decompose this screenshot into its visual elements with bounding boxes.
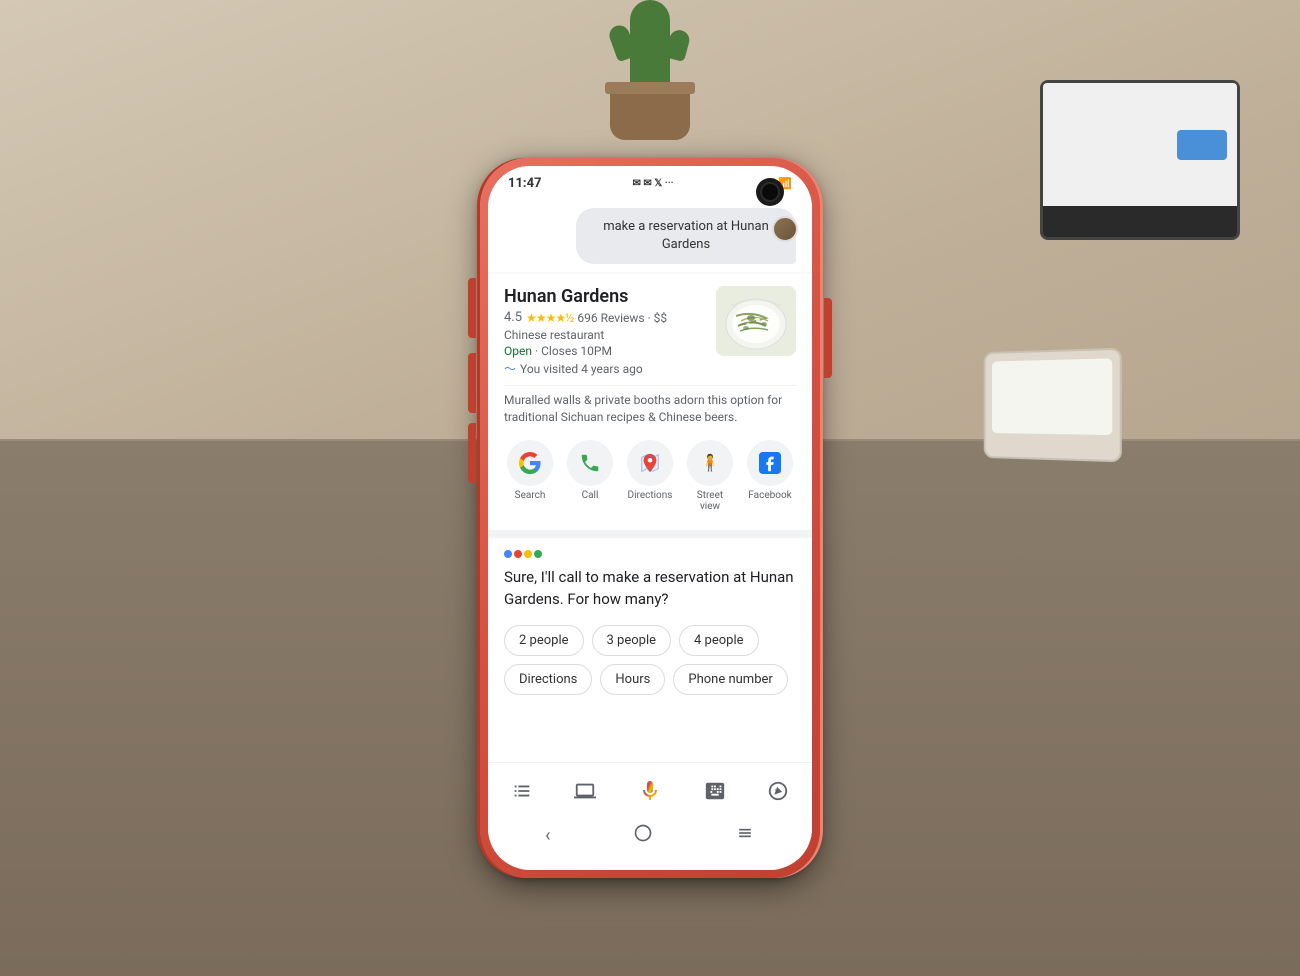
chip-phone-number[interactable]: Phone number [673, 664, 787, 695]
assistant-header [504, 550, 796, 558]
dot-yellow [524, 550, 532, 558]
microphone-button[interactable] [630, 771, 670, 811]
cactus-pot [610, 90, 690, 140]
facebook-action-btn[interactable]: Facebook [744, 440, 796, 512]
cactus-arm-left [607, 23, 638, 63]
trend-icon: 〜 [504, 360, 516, 377]
keyboard-icon[interactable] [697, 773, 733, 809]
streetview-action-label: Streetview [697, 490, 723, 512]
dot-green [534, 550, 542, 558]
chip-hours[interactable]: Hours [600, 664, 665, 695]
google-assistant-logo [504, 550, 542, 558]
restaurant-type: Chinese restaurant [504, 328, 706, 342]
restaurant-info: Hunan Gardens 4.5 ★★★★½ 696 Reviews · $$… [504, 286, 706, 377]
chips-row-1: 2 people 3 people 4 people [504, 625, 796, 656]
attachment-icon[interactable] [504, 773, 540, 809]
bottom-bar: ‹ [488, 762, 812, 860]
action-buttons-row: Search Call [504, 434, 796, 518]
food-photo [716, 286, 796, 356]
rating-number: 4.5 [504, 310, 522, 325]
screen-share-icon[interactable] [567, 773, 603, 809]
assistant-content: make a reservation at Hunan Gardens Huna… [488, 196, 812, 860]
phone-chassis: 11:47 ✉ ✉ 𝕏 ··· ⚡📶 make a reservation at… [480, 158, 820, 878]
assistant-response-section: Sure, I'll call to make a reservation at… [488, 538, 812, 762]
chip-directions[interactable]: Directions [504, 664, 592, 695]
food-svg [716, 286, 796, 356]
dot-blue [504, 550, 512, 558]
user-message-bubble: make a reservation at Hunan Gardens [576, 208, 796, 264]
directions-action-btn[interactable]: Directions [624, 440, 676, 512]
search-action-btn[interactable]: Search [504, 440, 556, 512]
facebook-icon[interactable] [747, 440, 793, 486]
input-bar [504, 771, 796, 811]
stars-icon: ★★★★½ [526, 311, 573, 325]
restaurant-name: Hunan Gardens [504, 286, 706, 307]
call-action-btn[interactable]: Call [564, 440, 616, 512]
monitor-content [1177, 130, 1227, 160]
cactus-arm-right [664, 28, 691, 62]
restaurant-card: Hunan Gardens 4.5 ★★★★½ 696 Reviews · $$… [488, 274, 812, 530]
background-monitor [1040, 80, 1240, 240]
chip-3-people[interactable]: 3 people [592, 625, 672, 656]
dot-red [514, 550, 522, 558]
streetview-icon[interactable]: 🧍 [687, 440, 733, 486]
chip-2-people[interactable]: 2 people [504, 625, 584, 656]
front-camera [756, 178, 784, 206]
open-status: Open [504, 344, 532, 358]
home-button[interactable] [633, 823, 653, 848]
assistant-text: Sure, I'll call to make a reservation at… [504, 566, 796, 611]
closing-time: Closes 10PM [541, 344, 612, 358]
restaurant-hours: Open · Closes 10PM [504, 344, 706, 358]
status-icons-left: ✉ ✉ 𝕏 ··· [633, 178, 674, 189]
visited-text: You visited 4 years ago [520, 362, 643, 376]
call-icon[interactable] [567, 440, 613, 486]
visited-info: 〜 You visited 4 years ago [504, 360, 706, 377]
directions-action-label: Directions [628, 490, 673, 501]
status-time: 11:47 [508, 176, 542, 191]
cactus-body [630, 0, 670, 90]
back-button[interactable]: ‹ [545, 825, 550, 846]
phone-screen: 11:47 ✉ ✉ 𝕏 ··· ⚡📶 make a reservation at… [488, 166, 812, 870]
restaurant-header: Hunan Gardens 4.5 ★★★★½ 696 Reviews · $$… [504, 286, 796, 377]
smart-display [984, 348, 1122, 463]
cactus-decoration [610, 0, 690, 140]
restaurant-description: Muralled walls & private booths adorn th… [504, 385, 796, 426]
navigation-bar: ‹ [504, 819, 796, 852]
reviews-count: 696 Reviews · $$ [577, 311, 667, 325]
search-action-label: Search [515, 490, 546, 501]
directions-icon[interactable] [627, 440, 673, 486]
chips-row-2: Directions Hours Phone number [504, 664, 796, 695]
search-icon[interactable] [507, 440, 553, 486]
phone-device: 11:47 ✉ ✉ 𝕏 ··· ⚡📶 make a reservation at… [480, 158, 820, 878]
monitor-screen [1043, 83, 1237, 206]
compass-icon[interactable] [760, 773, 796, 809]
restaurant-image [716, 286, 796, 356]
facebook-action-label: Facebook [748, 490, 791, 501]
chat-area: make a reservation at Hunan Gardens [488, 196, 812, 272]
user-avatar [772, 216, 798, 242]
streetview-action-btn[interactable]: 🧍 Streetview [684, 440, 736, 512]
section-divider [488, 530, 812, 538]
chip-4-people[interactable]: 4 people [679, 625, 759, 656]
call-action-label: Call [582, 490, 599, 501]
restaurant-rating: 4.5 ★★★★½ 696 Reviews · $$ [504, 310, 706, 325]
recents-button[interactable] [735, 823, 755, 848]
smart-display-screen [992, 358, 1113, 435]
